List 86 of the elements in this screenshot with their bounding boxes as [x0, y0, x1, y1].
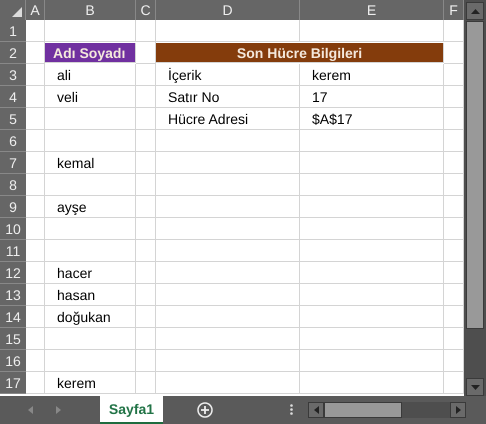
row-header[interactable]: 8: [0, 174, 26, 196]
scroll-left-button[interactable]: [308, 402, 324, 418]
empty-cell: [26, 218, 45, 240]
empty-cell: [136, 306, 156, 328]
column-header[interactable]: A: [26, 0, 45, 20]
scroll-down-button[interactable]: [466, 378, 484, 396]
scroll-up-button[interactable]: [466, 2, 484, 20]
table-cell: $A$17: [300, 108, 444, 130]
empty-cell: [136, 284, 156, 306]
empty-cell: [136, 152, 156, 174]
empty-cell: [26, 328, 45, 350]
table-cell: Hücre Adresi: [156, 108, 300, 130]
empty-cell: [26, 350, 45, 372]
empty-cell: [136, 240, 156, 262]
up-arrow-icon: [470, 8, 480, 14]
table-cell: kerem: [45, 372, 136, 394]
empty-cell: [26, 372, 45, 394]
table-cell: hasan: [45, 284, 136, 306]
row-header[interactable]: 9: [0, 196, 26, 218]
table-cell: İçerik: [156, 64, 300, 86]
row-header[interactable]: 6: [0, 130, 26, 152]
sheet-tab[interactable]: Sayfa1: [100, 396, 163, 424]
empty-cell: [26, 240, 45, 262]
empty-cell: [26, 306, 45, 328]
row-header[interactable]: 14: [0, 306, 26, 328]
row-header[interactable]: 2: [0, 42, 26, 64]
row-header[interactable]: 17: [0, 372, 26, 394]
table-cell: Satır No: [156, 86, 300, 108]
empty-cell: [26, 284, 45, 306]
table-cell: ali: [45, 64, 136, 86]
row-header[interactable]: 3: [0, 64, 26, 86]
corner-triangle-icon: [12, 7, 22, 17]
row-header[interactable]: 16: [0, 350, 26, 372]
row-header[interactable]: 1: [0, 20, 26, 42]
empty-cell: [136, 86, 156, 108]
table-cell: 17: [300, 86, 444, 108]
column-header[interactable]: D: [156, 0, 300, 20]
empty-cell: [136, 350, 156, 372]
empty-cell: [136, 174, 156, 196]
empty-cell: [26, 152, 45, 174]
column-header[interactable]: C: [136, 0, 156, 20]
add-sheet-icon[interactable]: [197, 402, 213, 418]
row-header[interactable]: 13: [0, 284, 26, 306]
empty-cell: [136, 328, 156, 350]
empty-cell: [26, 64, 45, 86]
empty-cell: [26, 108, 45, 130]
row-header[interactable]: 11: [0, 240, 26, 262]
empty-cell: [136, 218, 156, 240]
horizontal-scrollbar[interactable]: [308, 402, 466, 418]
row-header[interactable]: 15: [0, 328, 26, 350]
right-arrow-icon: [456, 406, 460, 414]
column-header[interactable]: E: [300, 0, 444, 20]
column-header[interactable]: B: [45, 0, 136, 20]
table-cell: kemal: [45, 152, 136, 174]
header-cell: Adı Soyadı: [45, 43, 136, 63]
empty-cell: [136, 20, 156, 42]
table-cell: veli: [45, 86, 136, 108]
empty-cell: [26, 86, 45, 108]
table-cell: doğukan: [45, 306, 136, 328]
empty-cell: [26, 130, 45, 152]
empty-cell: [26, 196, 45, 218]
scroll-right-button[interactable]: [450, 402, 466, 418]
empty-cell: [136, 130, 156, 152]
header-cell: Son Hücre Bilgileri: [156, 43, 444, 63]
down-arrow-icon: [470, 384, 480, 390]
empty-cell: [136, 108, 156, 130]
empty-cell: [136, 64, 156, 86]
row-header[interactable]: 10: [0, 218, 26, 240]
empty-cell: [26, 174, 45, 196]
empty-cell: [26, 262, 45, 284]
empty-cell: [136, 196, 156, 218]
row-header[interactable]: 5: [0, 108, 26, 130]
scrollbar-thumb[interactable]: [324, 402, 402, 418]
vertical-scrollbar[interactable]: [464, 0, 486, 396]
row-header[interactable]: 12: [0, 262, 26, 284]
empty-cell: [136, 372, 156, 394]
table-cell: ayşe: [45, 196, 136, 218]
empty-cell: [26, 20, 45, 42]
left-arrow-icon: [314, 406, 318, 414]
table-cell: hacer: [45, 262, 136, 284]
empty-cell: [136, 262, 156, 284]
row-header[interactable]: 4: [0, 86, 26, 108]
scrollbar-thumb[interactable]: [466, 21, 484, 329]
table-cell: kerem: [300, 64, 444, 86]
more-options-icon[interactable]: [290, 404, 293, 415]
row-header[interactable]: 7: [0, 152, 26, 174]
